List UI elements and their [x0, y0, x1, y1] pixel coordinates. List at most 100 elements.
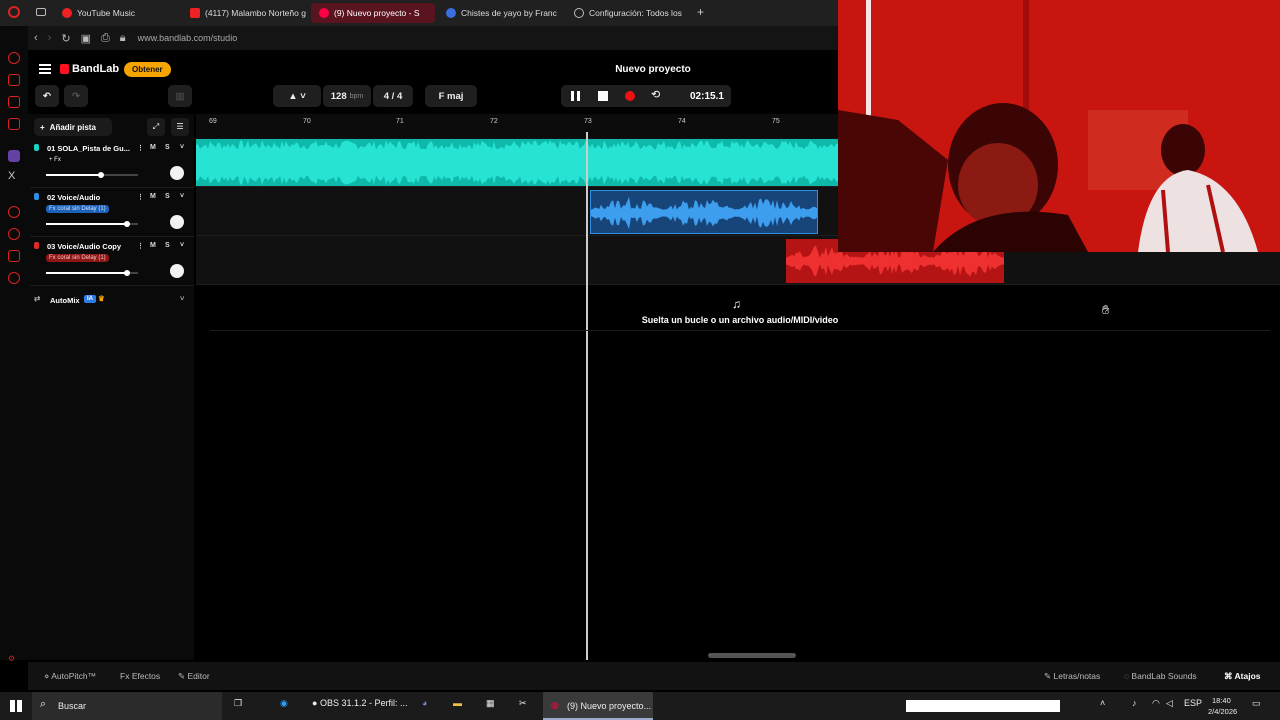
tab-settings[interactable]: Configuración: Todos los: [566, 3, 692, 23]
add-fx-button[interactable]: + Fx: [46, 156, 64, 164]
new-tab-button[interactable]: +: [697, 5, 704, 19]
track-header[interactable]: 02 Voice/Audio Fx coral sin Delay (1) ⋮ …: [30, 189, 194, 237]
audio-region[interactable]: [196, 139, 838, 186]
volume-slider[interactable]: [46, 269, 138, 276]
solo-button[interactable]: S: [165, 242, 170, 249]
volume-slider[interactable]: [46, 171, 138, 178]
sidebar-app-icon[interactable]: [8, 118, 20, 130]
shortcuts-button[interactable]: ⌘ Atajos: [1224, 671, 1261, 682]
browser-task[interactable]: ◍ (9) Nuevo proyecto...: [543, 692, 653, 720]
taskbar-search[interactable]: ⌕ Buscar: [32, 692, 222, 720]
pan-knob[interactable]: [170, 264, 184, 278]
lyrics-button[interactable]: ✎ Letras/notas: [1044, 671, 1100, 682]
mic-icon[interactable]: ♪: [1132, 698, 1137, 708]
x-icon[interactable]: X: [8, 170, 15, 182]
track-menu-icon[interactable]: ⋮: [137, 242, 144, 250]
get-button[interactable]: Obtener: [124, 62, 171, 77]
tuner-icon[interactable]: ⤢: [147, 118, 165, 136]
task-view-icon[interactable]: ❐: [234, 698, 242, 709]
mute-button[interactable]: M: [150, 193, 156, 200]
track-header[interactable]: 01 SOLA_Pista de Gu... + Fx ⋮ M S ˅: [30, 140, 194, 188]
back-icon[interactable]: ‹: [34, 32, 38, 44]
wifi-icon[interactable]: ◠: [1152, 698, 1160, 709]
app-icon[interactable]: ✂: [519, 698, 527, 709]
loop-icon[interactable]: ⟲: [651, 88, 660, 101]
horizontal-scrollbar[interactable]: [708, 653, 796, 658]
project-title[interactable]: Nuevo proyecto: [590, 64, 716, 75]
add-track-button[interactable]: + Añadir pista: [34, 118, 112, 136]
clock-date[interactable]: 2/4/2026: [1208, 707, 1237, 716]
screenshot-icon[interactable]: ▣: [81, 32, 91, 45]
track-name[interactable]: 03 Voice/Audio Copy: [47, 242, 121, 251]
chevron-down-icon[interactable]: ˅: [180, 242, 184, 249]
url-field[interactable]: www.bandlab.com/studio: [138, 33, 238, 43]
hamburger-menu-icon[interactable]: [39, 64, 51, 74]
browser-menu-icon[interactable]: [8, 6, 20, 18]
app-icon[interactable]: ▦: [486, 698, 495, 709]
track-menu-icon[interactable]: ⋮: [137, 144, 144, 152]
track-name[interactable]: 01 SOLA_Pista de Gu...: [47, 144, 130, 153]
track-settings-icon[interactable]: ☰: [171, 118, 189, 136]
track-name[interactable]: 02 Voice/Audio: [47, 193, 100, 202]
track-menu-icon[interactable]: ⋮: [137, 193, 144, 201]
autopitch-button[interactable]: ⋄ AutoPitch™: [44, 671, 96, 682]
tab-malambo[interactable]: (4117) Malambo Norteño g: [182, 3, 308, 23]
record-icon[interactable]: [625, 91, 635, 101]
tempo-field[interactable]: 128 bpm: [323, 85, 371, 107]
bandlab-sounds-button[interactable]: ◌ BandLab Sounds: [1124, 671, 1197, 681]
forward-icon[interactable]: ›: [48, 32, 52, 44]
timeline-ruler[interactable]: 69 70 71 72 73 74 75: [196, 114, 840, 138]
effects-button[interactable]: Fx Efectos: [120, 671, 160, 681]
pan-knob[interactable]: [170, 215, 184, 229]
solo-button[interactable]: S: [165, 193, 170, 200]
chevron-down-icon[interactable]: ˅: [180, 193, 184, 200]
windows-start-icon[interactable]: [10, 700, 22, 712]
piano-icon[interactable]: ▥: [168, 85, 192, 107]
chevron-down-icon[interactable]: ˅: [180, 294, 184, 303]
sidebar-app-icon[interactable]: [8, 74, 20, 86]
fx-chip[interactable]: Fx coral sin Delay (1): [46, 205, 109, 213]
sidebar-app-icon[interactable]: [8, 250, 20, 262]
automix-row[interactable]: ⇄ AutoMix IA ♛ ˅: [32, 292, 194, 308]
tab-bandlab[interactable]: (9) Nuevo proyecto - S: [311, 3, 435, 23]
sidebar-app-icon[interactable]: [8, 96, 20, 108]
metronome-button[interactable]: ▲ ˅: [273, 85, 321, 107]
sidebar-app-icon[interactable]: [8, 52, 20, 64]
audio-region[interactable]: [590, 190, 818, 234]
twitch-icon[interactable]: [8, 150, 20, 162]
stop-icon[interactable]: [598, 91, 608, 101]
edge-icon[interactable]: ◉: [280, 698, 288, 709]
pan-knob[interactable]: [170, 166, 184, 180]
pause-icon[interactable]: [571, 91, 580, 101]
redo-button[interactable]: ↷: [64, 85, 88, 107]
fx-chip[interactable]: Fx coral sin Delay (1): [46, 254, 109, 262]
sidebar-app-icon[interactable]: [8, 228, 20, 240]
reload-icon[interactable]: ↻: [61, 32, 70, 45]
settings-icon[interactable]: [8, 272, 20, 284]
tab-youtube-music[interactable]: YouTube Music: [54, 3, 180, 23]
key-selector[interactable]: F maj: [425, 85, 477, 107]
solo-button[interactable]: S: [165, 144, 170, 151]
language-indicator[interactable]: ESP: [1184, 698, 1202, 708]
chevron-down-icon[interactable]: ˅: [180, 144, 184, 151]
editor-button[interactable]: ✎ Editor: [178, 671, 210, 682]
mute-button[interactable]: M: [150, 144, 156, 151]
notifications-icon[interactable]: ▭: [1252, 698, 1261, 709]
playhead[interactable]: [586, 132, 588, 660]
file-explorer-icon[interactable]: ▬: [453, 698, 462, 708]
mute-button[interactable]: M: [150, 242, 156, 249]
discord-icon[interactable]: ◕: [422, 698, 427, 708]
chevron-up-icon[interactable]: ˄: [1100, 698, 1105, 708]
time-signature[interactable]: 4 / 4: [373, 85, 413, 107]
sidebar-app-icon[interactable]: [8, 206, 20, 218]
tab-switcher-icon[interactable]: [36, 8, 46, 16]
obs-task[interactable]: ● OBS 31.1.2 - Perfil: ...: [312, 698, 407, 708]
undo-button[interactable]: ↶: [35, 85, 59, 107]
settings-icon[interactable]: ⚙: [8, 654, 15, 663]
tab-chistes[interactable]: Chistes de yayo by Franc: [438, 3, 564, 23]
volume-icon[interactable]: ◁: [1166, 698, 1173, 709]
taskbar-text-field[interactable]: [906, 700, 1060, 712]
clock-time[interactable]: 18:40: [1212, 696, 1231, 705]
print-icon[interactable]: ⎙: [101, 32, 110, 45]
volume-slider[interactable]: [46, 220, 138, 227]
